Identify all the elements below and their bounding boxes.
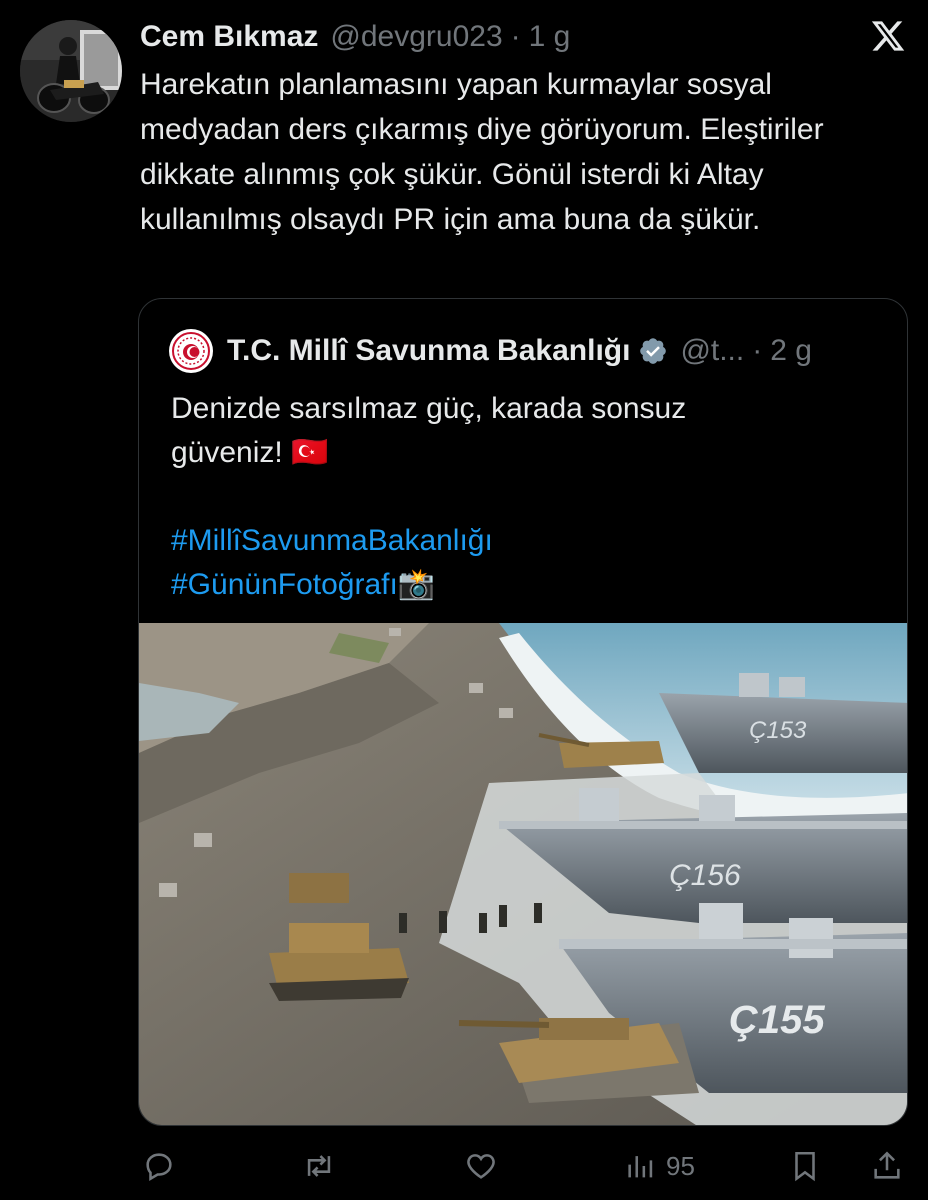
quoted-tweet-body: Denizde sarsılmaz güç, karada sonsuz güv…: [171, 392, 687, 469]
avatar[interactable]: [20, 20, 122, 122]
verified-badge-icon: [640, 338, 667, 364]
author-handle[interactable]: @devgru023: [330, 20, 502, 54]
tweet-header: Cem Bıkmaz @devgru023 · 1 g: [140, 16, 838, 58]
hashtag-link[interactable]: #MillîSavunmaBakanlığı: [171, 519, 891, 563]
tweet-action-bar: 95: [0, 1146, 928, 1186]
tweet-time[interactable]: 1 g: [529, 20, 571, 54]
separator-dot: ·: [510, 20, 521, 53]
ship-hull-number: Ç155: [729, 998, 825, 1042]
views-count: 95: [666, 1150, 695, 1181]
share-button[interactable]: [870, 1146, 904, 1186]
quoted-tweet-header: T.C. Millî Savunma Bakanlığı @t... · 2 g: [169, 329, 867, 373]
heart-icon: [467, 1154, 495, 1179]
quoted-tweet-text: Denizde sarsılmaz güç, karada sonsuz güv…: [171, 387, 891, 607]
avatar-photo: [20, 20, 122, 122]
reply-button[interactable]: [142, 1146, 176, 1186]
views-icon: [628, 1156, 653, 1178]
reply-icon: [146, 1153, 172, 1182]
share-icon: [874, 1151, 900, 1179]
retweet-icon: [307, 1155, 331, 1177]
x-logo-icon: [870, 18, 906, 54]
ship-hull-number: Ç153: [749, 717, 807, 744]
tweet-text: Harekatın planlamasını yapan kurmaylar s…: [140, 68, 824, 236]
like-button[interactable]: [464, 1146, 498, 1186]
bookmark-button[interactable]: [788, 1146, 822, 1186]
retweet-button[interactable]: [302, 1146, 336, 1186]
quoted-author-name[interactable]: T.C. Millî Savunma Bakanlığı: [227, 334, 630, 368]
author-name[interactable]: Cem Bıkmaz: [140, 20, 318, 54]
ship-hull-number: Ç156: [669, 859, 741, 892]
quoted-author-handle[interactable]: @t...: [680, 334, 744, 368]
quoted-tweet-time[interactable]: 2 g: [770, 334, 812, 368]
quoted-tweet[interactable]: T.C. Millî Savunma Bakanlığı @t... · 2 g…: [138, 298, 908, 1126]
bookmark-icon: [795, 1151, 815, 1182]
views-button[interactable]: 95: [624, 1146, 695, 1186]
msb-logo-icon: [169, 329, 213, 373]
hashtag-link[interactable]: #GününFotoğrafı📸: [171, 563, 891, 607]
amphibious-landing-photo[interactable]: Ç153 Ç156 Ç155: [139, 623, 908, 1126]
quoted-separator-dot: ·: [752, 334, 763, 367]
